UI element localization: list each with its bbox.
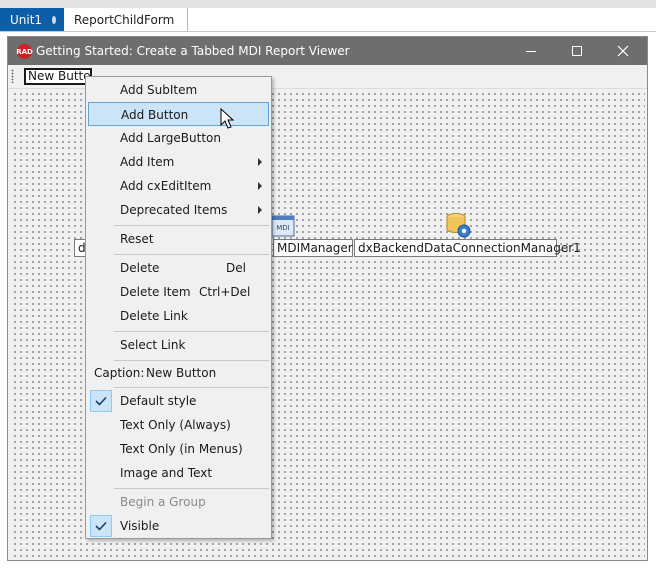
tab-label: Unit1	[10, 12, 43, 27]
caption-input[interactable]: New Button	[146, 361, 216, 385]
menu-separator	[114, 331, 269, 332]
menu-item-label: Image and Text	[120, 466, 213, 480]
minimize-button[interactable]	[508, 37, 554, 65]
menu-item-label: Reset	[120, 232, 154, 246]
context-menu: Add SubItem Add Button Add LargeButton A…	[85, 76, 272, 539]
rad-studio-icon: RAD	[16, 44, 33, 59]
menu-item-label: Add SubItem	[120, 83, 198, 97]
menu-item-label: Delete Item	[120, 285, 191, 299]
submenu-arrow-icon	[258, 182, 262, 190]
menu-item-label: Add Button	[121, 108, 189, 122]
menu-item-select-link[interactable]: Select Link	[88, 333, 269, 357]
tab-reportchildform[interactable]: ReportChildForm	[64, 8, 188, 31]
form-title: Getting Started: Create a Tabbed MDI Rep…	[36, 44, 350, 58]
tab-label: ReportChildForm	[74, 12, 175, 27]
modified-dot-icon	[52, 15, 56, 24]
mouse-pointer-icon	[220, 108, 235, 129]
mdi-manager-icon: MDI	[271, 215, 295, 237]
menu-separator	[114, 254, 269, 255]
menu-item-image-and-text[interactable]: Image and Text	[88, 461, 269, 485]
checkmark-icon	[90, 390, 112, 412]
minimize-icon	[526, 51, 536, 52]
menu-shortcut: Ctrl+Del	[199, 285, 251, 299]
svg-text:MDI: MDI	[276, 224, 290, 232]
editor-tab-bar: Unit1 ReportChildForm	[0, 8, 656, 32]
menu-separator	[114, 488, 269, 489]
menu-item-text-only-in-menus[interactable]: Text Only (in Menus)	[88, 437, 269, 461]
menu-shortcut: Del	[226, 261, 246, 275]
menu-item-text-only-always[interactable]: Text Only (Always)	[88, 413, 269, 437]
menu-item-label: Visible	[120, 519, 160, 533]
menu-item-add-largebutton[interactable]: Add LargeButton	[88, 126, 269, 150]
menu-item-label: Delete	[120, 261, 160, 275]
submenu-arrow-icon	[258, 158, 262, 166]
menu-item-add-cxedititem[interactable]: Add cxEditItem	[88, 174, 269, 198]
menu-item-begin-a-group: Begin a Group	[88, 490, 269, 514]
checkmark-icon	[90, 515, 112, 537]
toolbar-grip-icon[interactable]	[11, 69, 14, 83]
menu-item-add-subitem[interactable]: Add SubItem	[88, 78, 269, 102]
ide-top-strip	[0, 0, 656, 8]
menu-item-default-style[interactable]: Default style	[88, 389, 269, 413]
menu-item-label: Add LargeButton	[120, 131, 222, 145]
tab-unit1[interactable]: Unit1	[0, 8, 64, 31]
submenu-arrow-icon	[258, 206, 262, 214]
menu-item-label: Add Item	[120, 155, 175, 169]
menu-item-label: Delete Link	[120, 309, 188, 323]
database-connection-icon	[446, 213, 471, 238]
menu-item-label: Text Only (Always)	[120, 418, 231, 432]
maximize-icon	[572, 46, 582, 56]
new-button-item[interactable]: New Button	[24, 68, 92, 85]
menu-separator	[114, 387, 269, 388]
menu-item-label: Add cxEditItem	[120, 179, 212, 193]
menu-item-reset[interactable]: Reset	[88, 227, 269, 251]
menu-item-label: Deprecated Items	[120, 203, 228, 217]
caption-label: Caption:	[94, 366, 145, 380]
menu-item-label: Begin a Group	[120, 495, 206, 509]
menu-item-delete[interactable]: Delete Del	[88, 256, 269, 280]
menu-separator	[114, 225, 269, 226]
maximize-button[interactable]	[554, 37, 600, 65]
menu-item-visible[interactable]: Visible	[88, 514, 269, 538]
menu-item-deprecated-items[interactable]: Deprecated Items	[88, 198, 269, 222]
menu-item-add-button[interactable]: Add Button	[88, 102, 269, 126]
menu-item-add-item[interactable]: Add Item	[88, 150, 269, 174]
menu-item-label: Default style	[120, 394, 197, 408]
component-label-mdimanager[interactable]: MDIManager1	[273, 239, 360, 257]
menu-item-delete-item[interactable]: Delete Item Ctrl+Del	[88, 280, 269, 304]
close-button[interactable]	[600, 37, 646, 65]
menu-item-delete-link[interactable]: Delete Link	[88, 304, 269, 328]
component-label-backend-data-connection[interactable]: dxBackendDataConnectionManager1	[354, 239, 581, 257]
caption-row: Caption: New Button	[88, 361, 269, 385]
menu-item-label: Text Only (in Menus)	[120, 442, 243, 456]
close-icon	[617, 45, 629, 57]
menu-item-label: Select Link	[120, 338, 186, 352]
form-title-bar[interactable]: RAD Getting Started: Create a Tabbed MDI…	[8, 37, 647, 65]
